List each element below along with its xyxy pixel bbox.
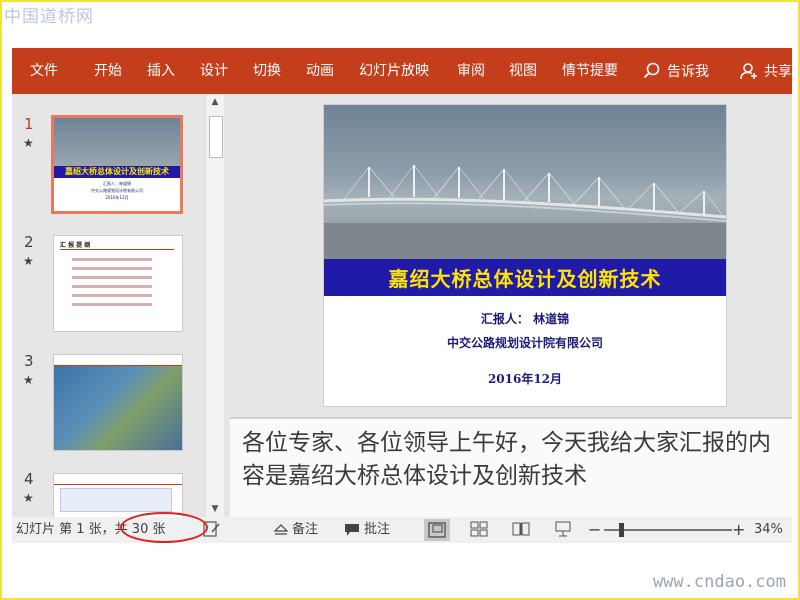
tab-view[interactable]: 视图 xyxy=(509,48,537,94)
thumbnail-text-lines xyxy=(72,258,152,261)
slideshow-view-icon[interactable] xyxy=(554,521,572,537)
tab-transitions[interactable]: 切换 xyxy=(253,48,281,94)
search-icon xyxy=(643,62,660,79)
highlight-ring xyxy=(120,512,208,543)
share-label: 共享 xyxy=(764,64,792,80)
tab-review[interactable]: 审阅 xyxy=(457,48,485,94)
notes-button[interactable]: 备注 xyxy=(274,517,318,543)
slide-reporter: 汇报人： 林道锦 xyxy=(480,312,570,326)
current-slide[interactable]: 嘉绍大桥总体设计及创新技术 汇报人： 林道锦 中交公路规划设计院有限公司 201… xyxy=(323,104,727,407)
thumbnail-title: 嘉绍大桥总体设计及创新技术 xyxy=(54,166,180,178)
comments-label: 批注 xyxy=(364,522,391,537)
tell-me-label: 告诉我 xyxy=(667,64,709,80)
watermark-top: 中国道桥网 xyxy=(4,7,94,27)
zoom-level[interactable]: 34% xyxy=(754,517,783,543)
tab-slideshow[interactable]: 幻灯片放映 xyxy=(359,48,429,94)
slide-date: 2016年12月 xyxy=(487,372,563,386)
powerpoint-window: 文件 开始 插入 设计 切换 动画 幻灯片放映 审阅 视图 情节提要 告诉我 共… xyxy=(12,48,792,543)
zoom-in-icon[interactable]: + xyxy=(732,517,745,543)
slide-number: 2 xyxy=(24,233,34,251)
tab-animations[interactable]: 动画 xyxy=(306,48,334,94)
animation-star-icon: ★ xyxy=(23,254,34,268)
thumbnail-text: 汇报人：林道锦 中交公路规划设计院有限公司 2016年12月 xyxy=(91,181,143,200)
ribbon-tab-bar: 文件 开始 插入 设计 切换 动画 幻灯片放映 审阅 视图 情节提要 告诉我 共… xyxy=(12,48,792,94)
slide-thumbnail-1[interactable]: 嘉绍大桥总体设计及创新技术 汇报人：林道锦 中交公路规划设计院有限公司 2016… xyxy=(51,115,183,214)
slide-thumbnail-2[interactable]: 汇 报 提 纲 xyxy=(53,235,183,332)
slide-title: 嘉绍大桥总体设计及创新技术 xyxy=(324,259,726,296)
thumbnail-header xyxy=(54,474,182,485)
tab-insert[interactable]: 插入 xyxy=(147,48,175,94)
bridge-photo xyxy=(324,105,726,259)
tab-home[interactable]: 开始 xyxy=(94,48,122,94)
slide-sorter-icon[interactable] xyxy=(470,521,488,537)
slide-number: 1 xyxy=(24,115,34,133)
zoom-out-icon[interactable]: − xyxy=(588,517,601,543)
tab-file[interactable]: 文件 xyxy=(30,48,58,94)
reading-view-icon[interactable] xyxy=(512,521,530,537)
tab-design[interactable]: 设计 xyxy=(200,48,228,94)
slide-thumbnail-3[interactable] xyxy=(53,354,183,451)
share-button[interactable]: 共享 xyxy=(740,48,792,94)
person-add-icon xyxy=(740,63,757,80)
watermark-bottom: www.cndao.com xyxy=(652,572,786,592)
slide-number: 4 xyxy=(24,470,34,488)
normal-view-icon xyxy=(428,522,446,538)
tell-me-box[interactable]: 告诉我 xyxy=(643,48,709,94)
zoom-slider-thumb[interactable] xyxy=(619,523,625,537)
animation-star-icon: ★ xyxy=(23,491,34,505)
comments-button[interactable]: 批注 xyxy=(344,517,390,543)
normal-view-button[interactable] xyxy=(424,519,450,541)
notes-text[interactable]: 各位专家、各位领导上午好，今天我给大家汇报的内容是嘉绍大桥总体设计及创新技术 xyxy=(242,427,787,493)
notes-label: 备注 xyxy=(292,522,319,537)
thumbnail-text-box xyxy=(60,488,172,512)
zoom-slider[interactable] xyxy=(604,523,732,537)
scroll-up-arrow-icon[interactable]: ▲ xyxy=(206,94,224,110)
comment-icon xyxy=(345,524,359,536)
scroll-down-arrow-icon[interactable]: ▼ xyxy=(206,501,224,517)
slide-editing-area: 嘉绍大桥总体设计及创新技术 汇报人： 林道锦 中交公路规划设计院有限公司 201… xyxy=(230,94,792,519)
thumbnail-header xyxy=(54,355,182,366)
thumbnail-title: 汇 报 提 纲 xyxy=(60,242,91,249)
notes-icon xyxy=(274,524,288,535)
tab-storyboarding[interactable]: 情节提要 xyxy=(562,48,618,94)
thumbnail-divider xyxy=(60,249,174,250)
slide-number: 3 xyxy=(24,352,34,370)
slide-thumbnail-4[interactable] xyxy=(53,473,183,517)
notes-pane[interactable]: 各位专家、各位领导上午好，今天我给大家汇报的内容是嘉绍大桥总体设计及创新技术 xyxy=(230,417,792,519)
slide-company: 中交公路规划设计院有限公司 xyxy=(446,336,603,350)
thumbnail-photo xyxy=(54,118,180,166)
animation-star-icon: ★ xyxy=(23,373,34,387)
animation-star-icon: ★ xyxy=(23,136,34,150)
slide-thumbnail-pane: 1 ★ 嘉绍大桥总体设计及创新技术 汇报人：林道锦 中交公路规划设计院有限公司 … xyxy=(12,94,230,517)
thumbnail-scrollbar[interactable]: ▲ ▼ xyxy=(205,94,224,517)
thumbnail-map xyxy=(54,366,182,450)
scrollbar-thumb[interactable] xyxy=(209,116,223,158)
